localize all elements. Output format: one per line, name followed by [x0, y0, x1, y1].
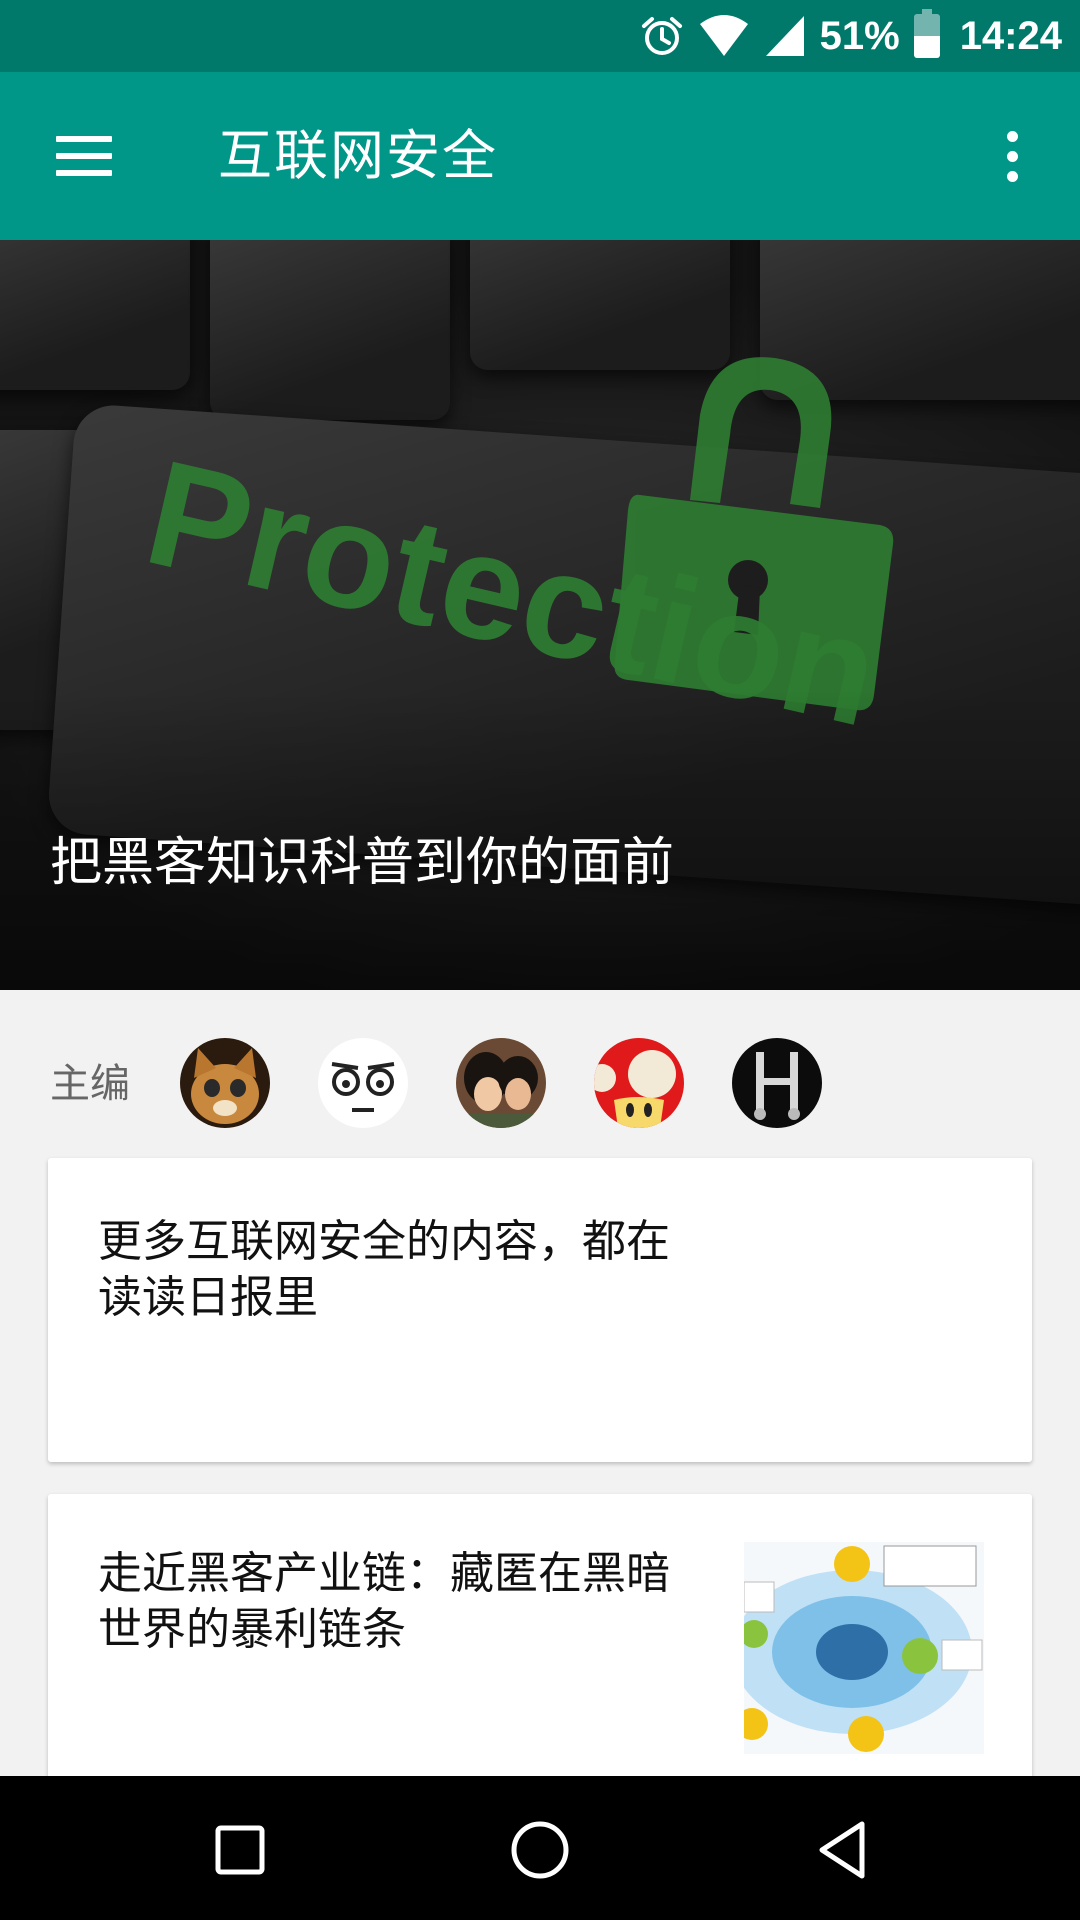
couple-avatar[interactable] [456, 1038, 546, 1128]
back-triangle-icon[interactable] [812, 1818, 876, 1882]
clock-time: 14:24 [959, 13, 1062, 58]
editors-label: 主编 [50, 1061, 130, 1107]
article-card[interactable]: 更多互联网安全的内容，都在读读日报里 [48, 1158, 1032, 1462]
card-title: 走近黑客产业链：藏匿在黑暗世界的暴利链条 [98, 1548, 670, 1655]
battery-percent: 51% [819, 13, 900, 58]
card-title: 更多互联网安全的内容，都在读读日报里 [98, 1216, 670, 1323]
system-nav-bar [0, 1776, 1080, 1920]
page-title: 互联网安全 [218, 124, 498, 187]
cat-avatar[interactable] [180, 1038, 270, 1128]
home-circle-icon[interactable] [508, 1818, 572, 1882]
hero-title: 把黑客知识科普到你的面前 [50, 833, 675, 893]
cell-signal-icon [764, 14, 806, 58]
tools-avatar[interactable] [732, 1038, 822, 1128]
battery-icon [913, 9, 940, 58]
mushroom-avatar[interactable] [594, 1038, 684, 1128]
hero-banner[interactable]: Protection 把黑客知识科普到你的面前 [0, 240, 1080, 990]
face-avatar[interactable] [318, 1038, 408, 1128]
recents-square-icon[interactable] [210, 1820, 270, 1880]
hamburger-menu-icon[interactable] [40, 116, 128, 196]
wifi-icon [698, 14, 750, 58]
more-vert-icon[interactable] [984, 116, 1040, 196]
article-thumbnail [744, 1542, 984, 1754]
status-bar: 51% 14:24 [0, 0, 1080, 72]
alarm-icon [640, 14, 684, 58]
article-card[interactable]: 走近黑客产业链：藏匿在黑暗世界的暴利链条 [48, 1494, 1032, 1814]
app-bar: 互联网安全 [0, 72, 1080, 240]
